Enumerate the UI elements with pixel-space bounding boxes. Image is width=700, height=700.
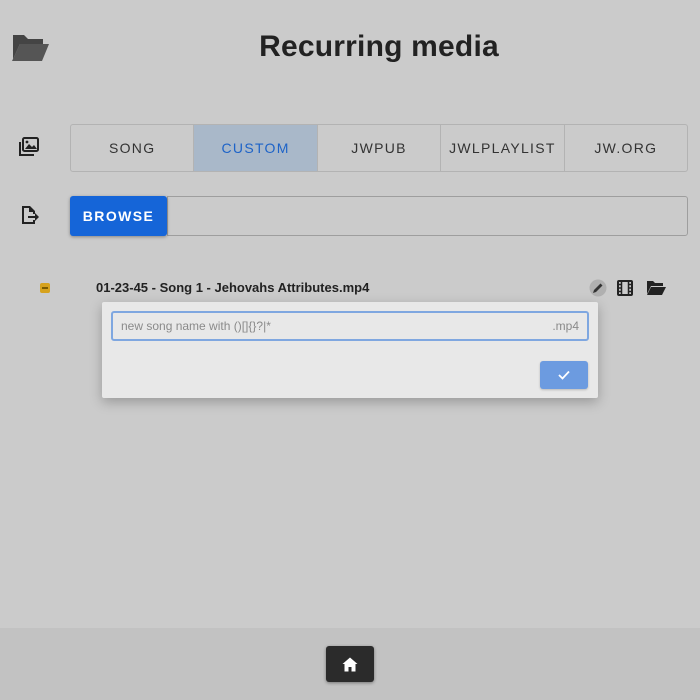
page-title: Recurring media [259,30,499,63]
tab-song[interactable]: SONG [71,125,195,171]
header: Recurring media [0,0,700,96]
home-button[interactable] [326,646,374,682]
browse-row: BROWSE [70,196,688,236]
tab-jw-org[interactable]: JW.ORG [565,125,687,171]
photo-library-icon [19,137,39,156]
folder-open-icon[interactable] [646,279,666,297]
file-import-icon [22,206,39,224]
list-item: 01-23-45 - Song 1 - Jehovahs Attributes.… [0,276,700,300]
footer-bar [0,628,700,700]
rename-input-placeholder: new song name with ()[]{}?|* [121,319,271,333]
tab-custom[interactable]: CUSTOM [194,125,318,171]
film-icon[interactable] [616,279,634,297]
check-icon [558,370,570,380]
rename-input[interactable]: new song name with ()[]{}?|* .mp4 [111,311,589,341]
file-name: 01-23-45 - Song 1 - Jehovahs Attributes.… [96,280,370,295]
browse-file-field[interactable] [167,196,688,236]
tab-jwlplaylist[interactable]: JWLPLAYLIST [441,125,565,171]
home-icon [342,657,358,671]
file-extension-suffix: .mp4 [552,319,579,333]
rename-dialog: new song name with ()[]{}?|* .mp4 [102,302,598,398]
tab-jwpub[interactable]: JWPUB [318,125,442,171]
pencil-icon[interactable] [589,279,607,297]
status-indicator [40,283,50,293]
confirm-rename-button[interactable] [540,361,588,389]
browse-button[interactable]: BROWSE [70,196,167,236]
media-source-tabs: SONG CUSTOM JWPUB JWLPLAYLIST JW.ORG [70,124,688,172]
